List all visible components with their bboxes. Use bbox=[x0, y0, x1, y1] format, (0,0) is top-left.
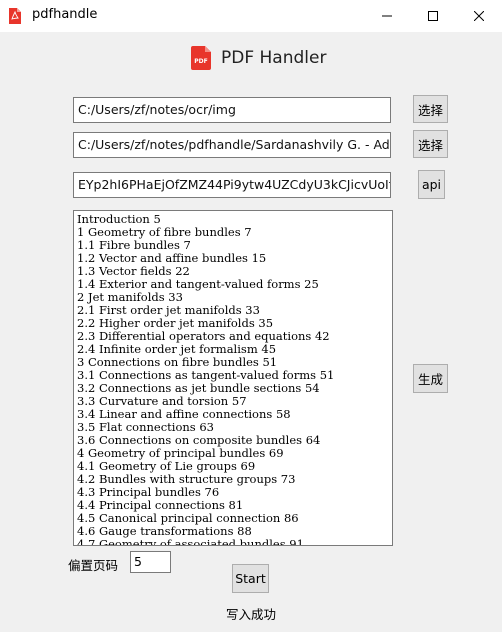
app-heading: PDF Handler bbox=[221, 48, 327, 68]
image-dir-input[interactable]: C:/Users/zf/notes/ocr/img bbox=[73, 97, 391, 123]
select-image-dir-button[interactable]: 选择 bbox=[413, 95, 448, 123]
select-pdf-button[interactable]: 选择 bbox=[413, 130, 448, 158]
minimize-button[interactable] bbox=[364, 0, 410, 32]
minimize-icon bbox=[382, 15, 392, 17]
pdf-path-input[interactable]: C:/Users/zf/notes/pdfhandle/Sardanashvil… bbox=[73, 132, 391, 158]
toc-line: 4.7 Geometry of associated bundles 91 bbox=[77, 537, 304, 546]
start-button[interactable]: Start bbox=[232, 564, 269, 593]
title-bar: pdfhandle bbox=[0, 0, 502, 33]
close-icon bbox=[474, 11, 484, 21]
pdf-logo-text: PDF bbox=[194, 58, 207, 65]
page-offset-input[interactable]: 5 bbox=[130, 551, 171, 573]
close-button[interactable] bbox=[456, 0, 502, 32]
window-title: pdfhandle bbox=[32, 7, 98, 22]
pdf-file-icon bbox=[9, 8, 21, 24]
generate-button[interactable]: 生成 bbox=[413, 364, 448, 393]
maximize-icon bbox=[428, 11, 438, 21]
toc-textarea[interactable]: Introduction 51 Geometry of fibre bundle… bbox=[73, 210, 393, 546]
status-message: 写入成功 bbox=[226, 607, 277, 622]
page-offset-label: 偏置页码 bbox=[68, 558, 119, 573]
pdf-logo-icon: PDF bbox=[191, 46, 211, 70]
maximize-button[interactable] bbox=[410, 0, 456, 32]
api-button[interactable]: api bbox=[418, 170, 445, 199]
api-key-input[interactable]: EYp2hI6PHaEjOfZMZ44Pi9ytw4UZCdyU3kCJicvU… bbox=[73, 172, 391, 198]
